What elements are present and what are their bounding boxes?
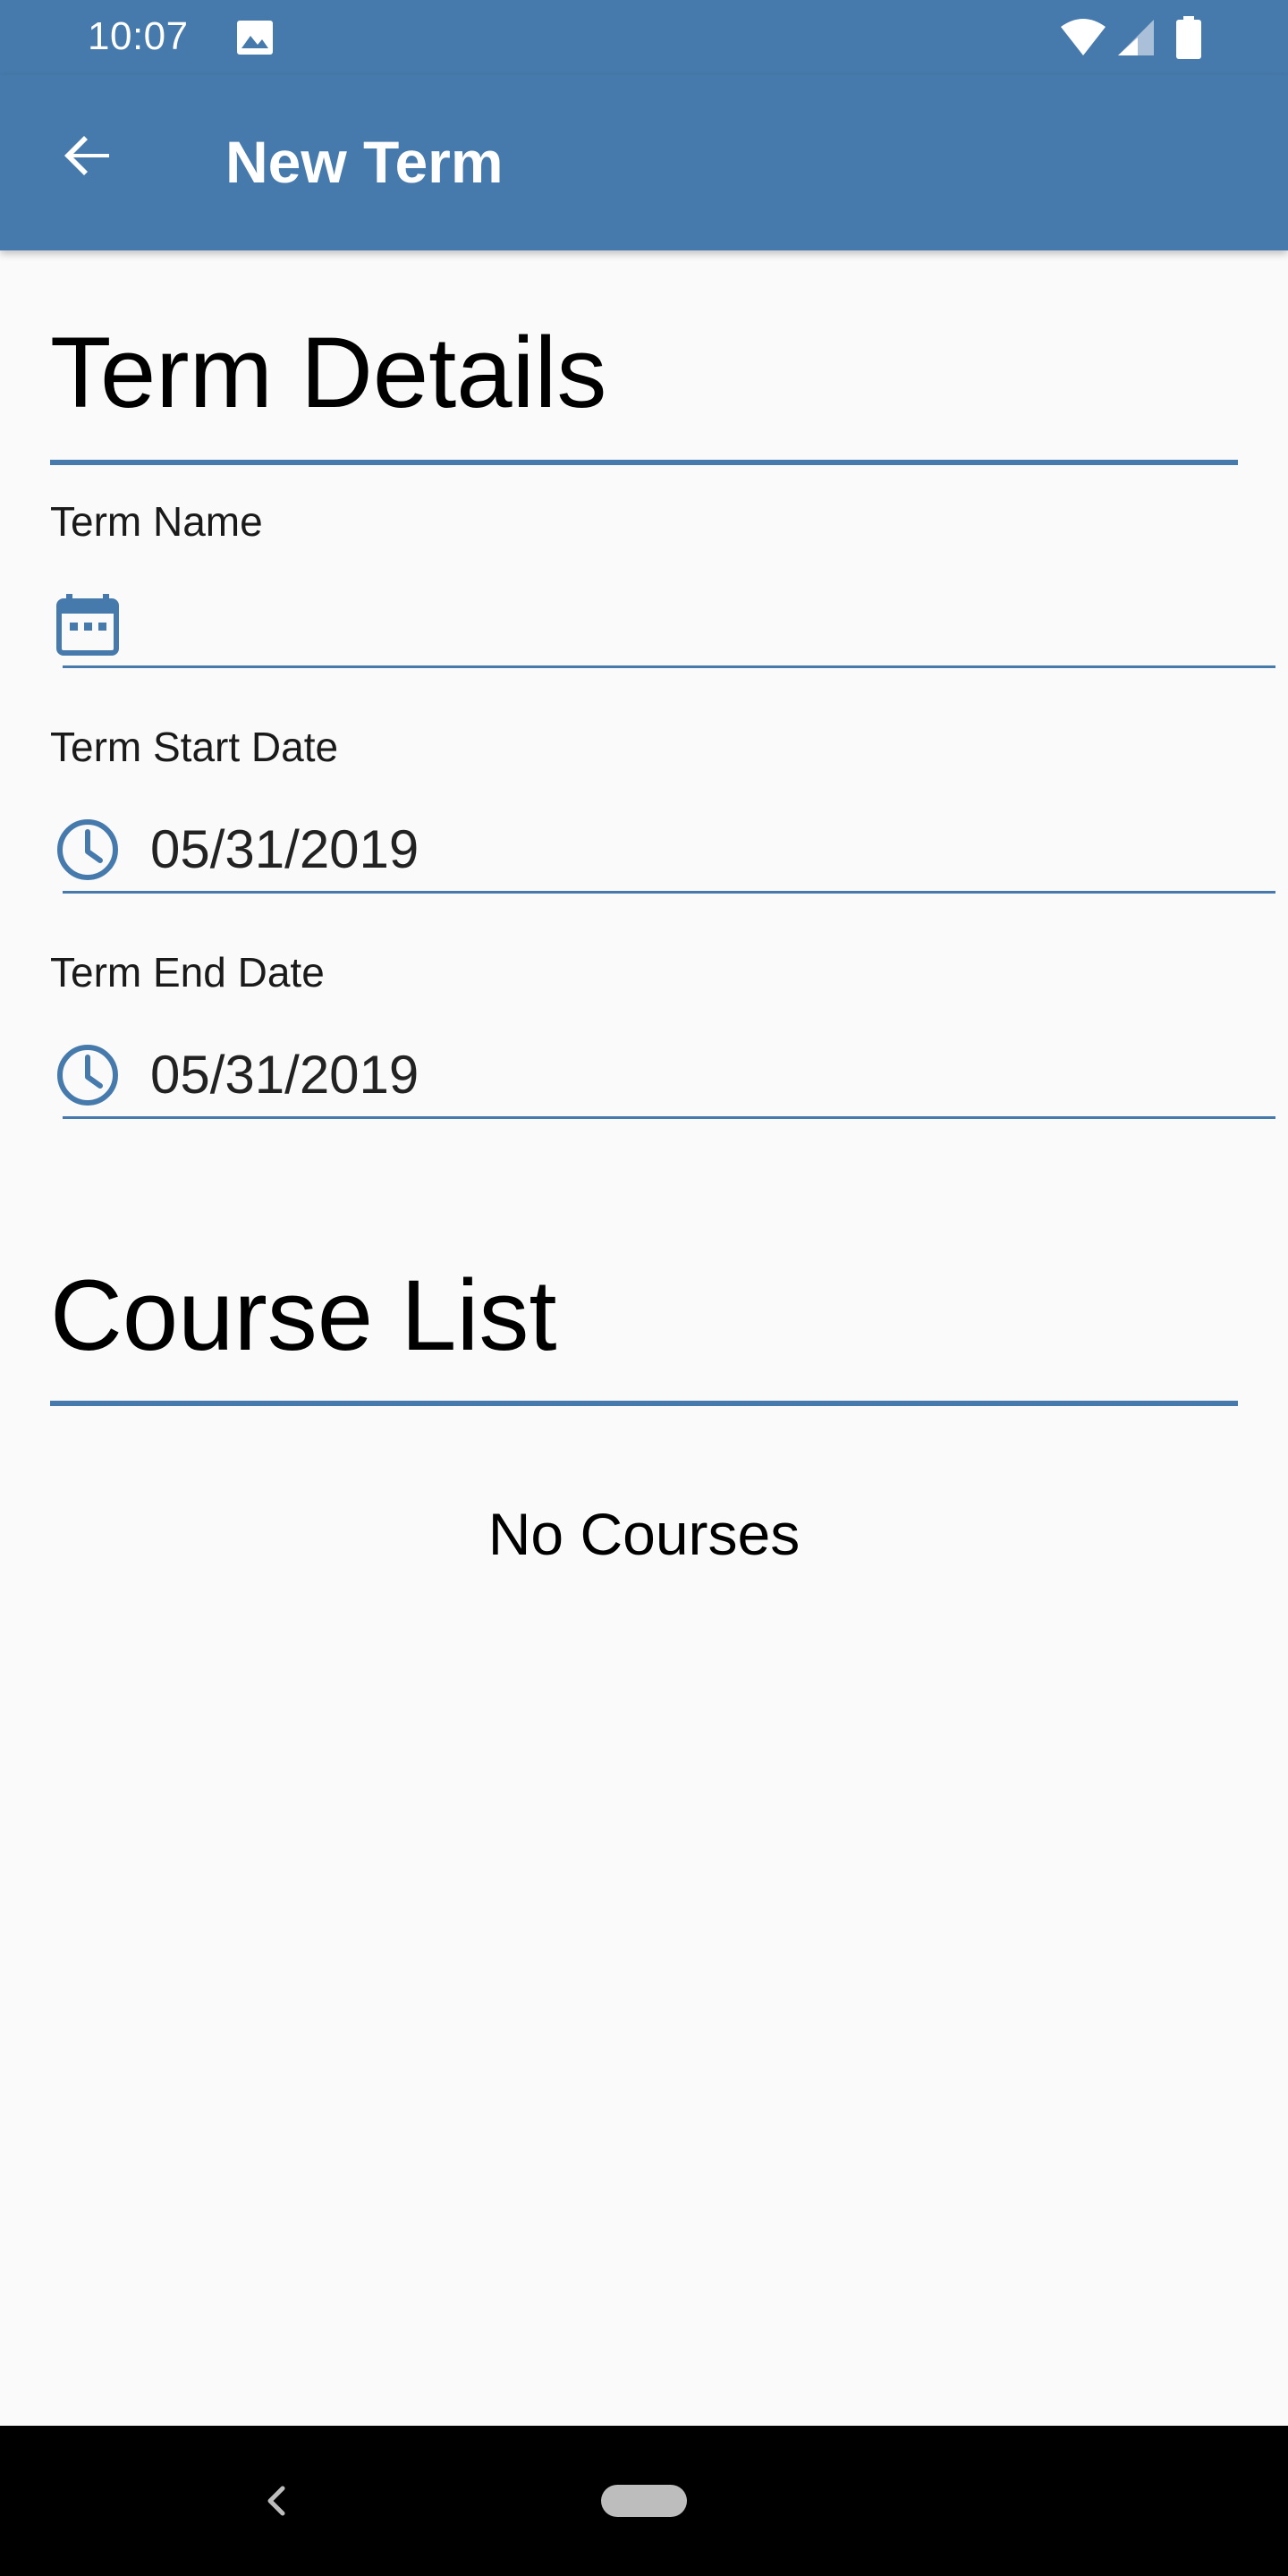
- term-end-date-input[interactable]: [150, 1039, 1215, 1109]
- term-start-date-input[interactable]: [150, 814, 1215, 884]
- app-title: New Term: [225, 129, 504, 195]
- status-bar: 10:07: [0, 0, 1288, 75]
- home-pill-icon[interactable]: [601, 2485, 687, 2517]
- app-bar: New Term: [0, 75, 1288, 250]
- term-name-field: [50, 572, 1275, 668]
- term-start-date-label: Term Start Date: [50, 724, 339, 770]
- status-time: 10:07: [88, 14, 189, 58]
- calendar-icon[interactable]: [54, 590, 122, 658]
- signal-icon: [1114, 18, 1156, 57]
- term-end-date-label: Term End Date: [50, 949, 325, 996]
- term-name-underline: [63, 665, 1275, 668]
- term-end-date-field: [50, 1023, 1275, 1119]
- term-details-heading: Term Details: [50, 317, 607, 428]
- term-start-date-field: [50, 798, 1275, 894]
- navigation-bar: [0, 2426, 1288, 2576]
- clock-icon[interactable]: [54, 816, 122, 884]
- screen: 10:07 New Term Term Details Term Name Te…: [0, 0, 1288, 2576]
- course-list-divider: [50, 1401, 1238, 1406]
- clock-icon[interactable]: [54, 1041, 122, 1109]
- image-icon: [236, 20, 274, 55]
- term-name-input[interactable]: [150, 589, 1215, 658]
- nav-back-icon[interactable]: [256, 2476, 299, 2526]
- back-button[interactable]: [45, 114, 131, 200]
- battery-icon: [1175, 16, 1202, 59]
- arrow-back-icon: [59, 127, 116, 189]
- course-list-heading: Course List: [50, 1259, 557, 1371]
- term-details-divider: [50, 460, 1238, 465]
- term-name-label: Term Name: [50, 498, 263, 545]
- wifi-icon: [1059, 18, 1107, 57]
- term-start-date-underline: [63, 891, 1275, 894]
- term-end-date-underline: [63, 1116, 1275, 1119]
- no-courses-message: No Courses: [487, 1501, 801, 1567]
